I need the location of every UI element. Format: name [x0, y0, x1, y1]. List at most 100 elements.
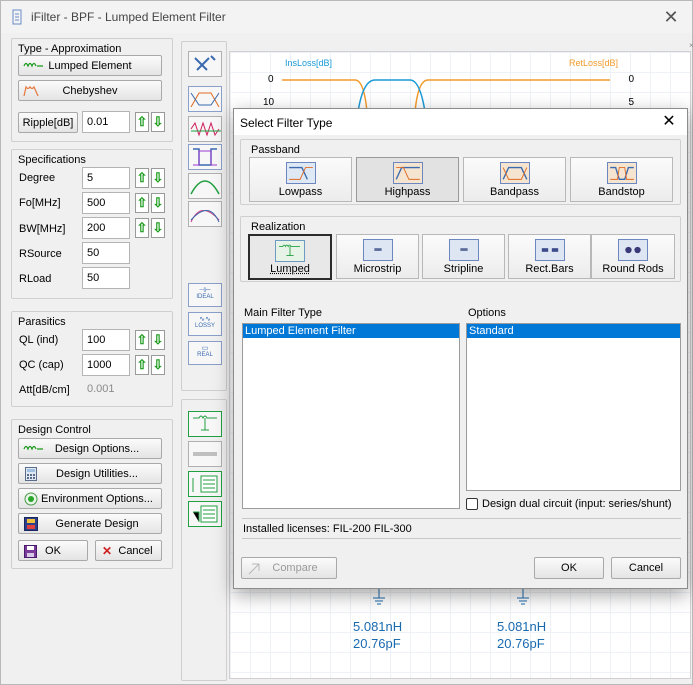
ideal-mode-icon[interactable]: ⊣⊢ IDEAL: [188, 283, 222, 307]
highpass-option[interactable]: Highpass: [356, 157, 459, 202]
component-inductance: 5.081nH: [353, 619, 402, 634]
compare-icon: [248, 563, 262, 575]
dialog-ok-button[interactable]: OK: [534, 557, 604, 579]
compare-label: Compare: [272, 562, 317, 574]
rect-bars-icon: [535, 239, 565, 261]
rload-input[interactable]: 50: [82, 267, 130, 289]
main-titlebar: iFilter - BPF - Lumped Element Filter ✕: [1, 1, 692, 33]
list-item[interactable]: Standard: [467, 324, 680, 338]
ql-up-arrow-icon[interactable]: ⇧: [135, 330, 149, 350]
lowpass-icon: [286, 162, 316, 184]
environment-options-label: Environment Options...: [41, 493, 153, 505]
bw-down-arrow-icon[interactable]: ⇩: [151, 218, 165, 238]
schematic-icon[interactable]: [188, 411, 222, 437]
lossy-mode-icon[interactable]: ∿∿ LOSSY: [188, 312, 222, 336]
group-title: Type - Approximation: [18, 43, 121, 55]
overlay-response-icon[interactable]: [188, 201, 222, 227]
app-icon: [11, 9, 23, 25]
lumped-label: Lumped: [250, 263, 330, 275]
export-icon[interactable]: [188, 501, 222, 527]
status-divider: [242, 538, 681, 539]
ripple-up-arrow-icon[interactable]: ⇧: [135, 112, 149, 132]
qc-input[interactable]: 1000: [82, 354, 130, 376]
fo-label: Fo[MHz]: [19, 197, 61, 209]
bandpass-option[interactable]: Bandpass: [463, 157, 566, 202]
bandstop-option[interactable]: Bandstop: [570, 157, 673, 202]
ripple-input[interactable]: 0.01: [82, 111, 130, 133]
lumped-option[interactable]: Lumped: [248, 234, 332, 280]
peak-response-icon[interactable]: [188, 173, 222, 199]
bw-input[interactable]: 200: [82, 217, 130, 239]
rect-bars-option[interactable]: Rect.Bars: [508, 234, 591, 279]
chebyshev-label: Chebyshev: [62, 85, 117, 97]
lowpass-label: Lowpass: [250, 186, 351, 198]
status-divider: [242, 518, 681, 519]
design-options-button[interactable]: Design Options...: [18, 438, 162, 459]
ground-symbol-icon: [372, 588, 386, 608]
rsource-input[interactable]: 50: [82, 242, 130, 264]
bandpass-icon: [500, 162, 530, 184]
main-ok-label: OK: [45, 545, 61, 557]
group-title: Design Control: [18, 424, 91, 436]
chebyshev-button[interactable]: Chebyshev: [18, 80, 162, 101]
fo-input[interactable]: 500: [82, 192, 130, 214]
ql-label: QL (ind): [19, 334, 58, 346]
rect-bars-label: Rect.Bars: [509, 263, 590, 275]
design-utilities-button[interactable]: Design Utilities...: [18, 463, 162, 484]
options-list[interactable]: Standard: [466, 323, 681, 491]
ripple-button[interactable]: Ripple[dB]: [18, 112, 78, 133]
design-options-icon: [23, 444, 45, 454]
dialog-title: Select Filter Type: [240, 116, 332, 130]
real-mode-icon[interactable]: ▭ REAL: [188, 341, 222, 365]
main-cancel-button[interactable]: ✕ Cancel: [95, 540, 162, 561]
microstrip-option[interactable]: Microstrip: [336, 234, 419, 279]
close-icon[interactable]: ✕: [660, 6, 682, 28]
degree-up-arrow-icon[interactable]: ⇧: [135, 168, 149, 188]
round-rods-option[interactable]: Round Rods: [591, 234, 675, 279]
stripline-label: Stripline: [423, 263, 504, 275]
cancel-x-icon: ✕: [102, 544, 112, 558]
bandstop-response-icon[interactable]: [188, 144, 222, 170]
lowpass-option[interactable]: Lowpass: [249, 157, 352, 202]
qc-up-arrow-icon[interactable]: ⇧: [135, 355, 149, 375]
group-title: Parasitics: [18, 316, 66, 328]
dual-circuit-label: Design dual circuit (input: series/shunt…: [482, 498, 672, 510]
tune-tools-icon[interactable]: [188, 51, 222, 77]
fo-up-arrow-icon[interactable]: ⇧: [135, 193, 149, 213]
right-edge-marker: ×: [689, 41, 693, 50]
bw-up-arrow-icon[interactable]: ⇧: [135, 218, 149, 238]
degree-input[interactable]: 5: [82, 167, 130, 189]
environment-options-button[interactable]: Environment Options...: [18, 488, 162, 509]
ripple-down-arrow-icon[interactable]: ⇩: [151, 112, 165, 132]
stripline-option[interactable]: Stripline: [422, 234, 505, 279]
main-cancel-label: Cancel: [118, 545, 152, 557]
microstrip-icon: [363, 239, 393, 261]
lumped-element-button[interactable]: Lumped Element: [18, 55, 162, 76]
main-ok-button[interactable]: OK: [18, 540, 88, 561]
installed-licenses-text: Installed licenses: FIL-200 FIL-300: [243, 523, 412, 535]
netlist-icon[interactable]: [188, 471, 222, 497]
bandpass-label: Bandpass: [464, 186, 565, 198]
round-rods-label: Round Rods: [592, 263, 674, 275]
list-item[interactable]: Lumped Element Filter: [243, 324, 459, 338]
degree-label: Degree: [19, 172, 55, 184]
ql-input[interactable]: 100: [82, 329, 130, 351]
fo-down-arrow-icon[interactable]: ⇩: [151, 193, 165, 213]
dual-circuit-checkbox[interactable]: [466, 498, 478, 510]
ql-down-arrow-icon[interactable]: ⇩: [151, 330, 165, 350]
dialog-cancel-button[interactable]: Cancel: [611, 557, 681, 579]
dialog-close-icon[interactable]: ✕: [659, 112, 679, 132]
lumped-element-icon: [23, 61, 45, 71]
multi-response-icon[interactable]: [188, 116, 222, 142]
qc-down-arrow-icon[interactable]: ⇩: [151, 355, 165, 375]
degree-down-arrow-icon[interactable]: ⇩: [151, 168, 165, 188]
rsource-label: RSource: [19, 248, 62, 260]
bandstop-label: Bandstop: [571, 186, 672, 198]
main-filter-type-list[interactable]: Lumped Element Filter: [242, 323, 460, 509]
lumped-element-label: Lumped Element: [48, 60, 131, 72]
bandpass-response-icon[interactable]: [188, 86, 222, 112]
response-curves: [230, 52, 690, 112]
qc-label: QC (cap): [19, 359, 64, 371]
compare-button[interactable]: Compare: [241, 557, 337, 579]
generate-design-button[interactable]: Generate Design: [18, 513, 162, 534]
